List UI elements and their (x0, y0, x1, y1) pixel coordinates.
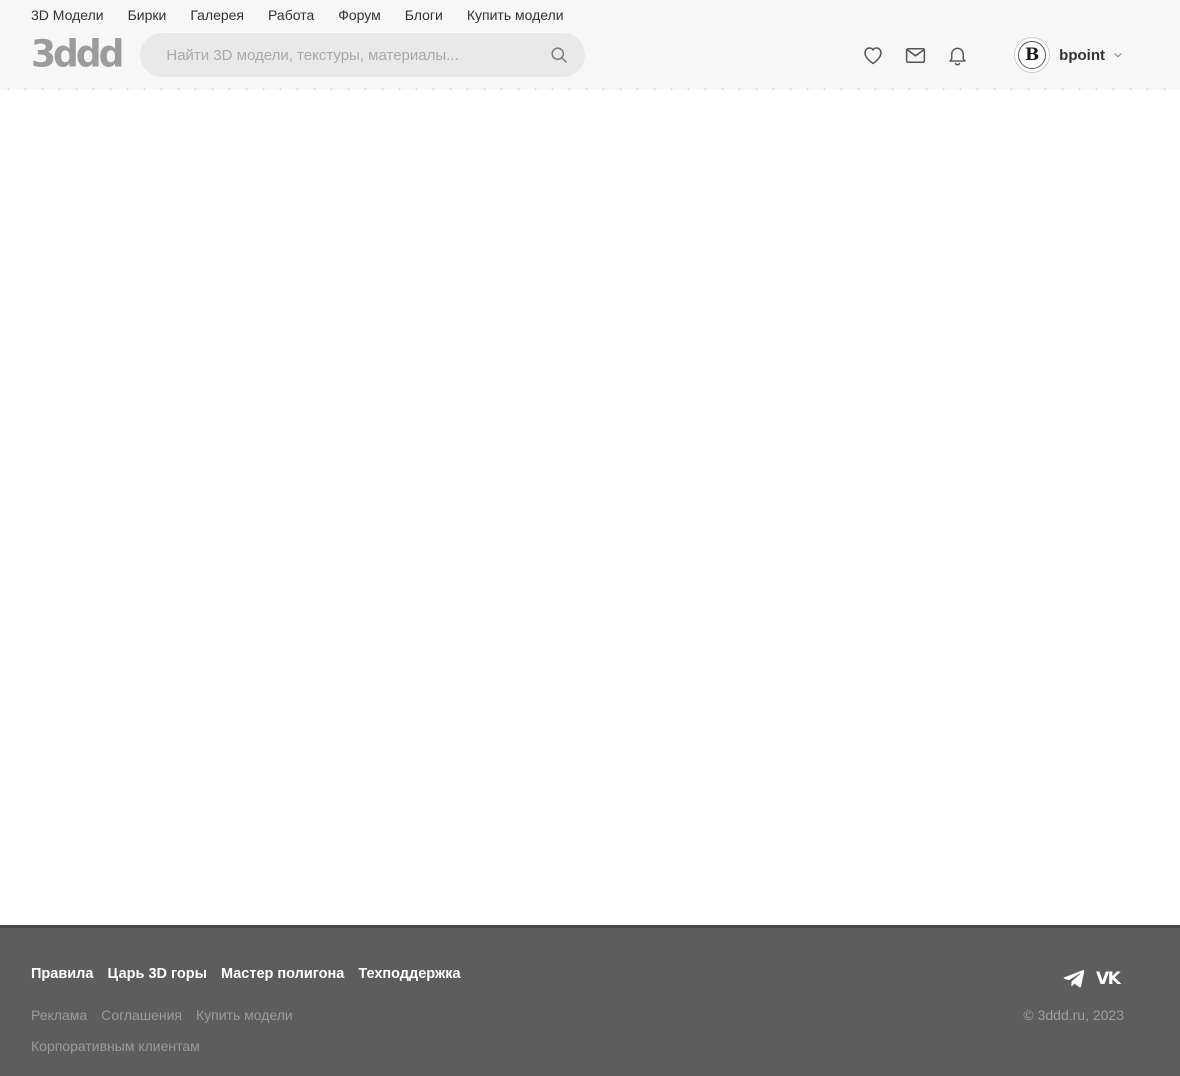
avatar-letter: B (1024, 44, 1040, 65)
copyright-text: © 3ddd.ru, 2023 (1023, 1007, 1124, 1023)
svg-text:VK: VK (1096, 969, 1122, 988)
search-icon (549, 45, 569, 65)
favorites-button[interactable] (860, 42, 886, 68)
telegram-icon (1062, 966, 1086, 990)
messages-button[interactable] (902, 42, 928, 68)
footer-link-buy-models[interactable]: Купить модели (196, 1003, 293, 1027)
mail-icon (903, 43, 928, 68)
footer-secondary-links: Реклама Соглашения Купить модели (31, 1003, 475, 1027)
footer-link-agreements[interactable]: Соглашения (101, 1003, 182, 1027)
heart-icon (861, 43, 885, 67)
notifications-button[interactable] (944, 42, 970, 68)
search-box (140, 33, 586, 77)
nav-item-tags[interactable]: Бирки (128, 7, 167, 23)
footer-link-advertising[interactable]: Реклама (31, 1003, 87, 1027)
footer-link-rules[interactable]: Правила (31, 966, 93, 982)
telegram-button[interactable] (1062, 966, 1086, 990)
site-logo[interactable]: 3ddd (31, 36, 124, 74)
search-input[interactable] (140, 33, 586, 77)
social-links: VK (1052, 966, 1124, 990)
vk-icon: VK (1096, 968, 1124, 988)
nav-item-3d-models[interactable]: 3D Модели (31, 7, 104, 23)
bell-icon (946, 44, 969, 67)
nav-item-blogs[interactable]: Блоги (405, 7, 443, 23)
main-content-empty (0, 90, 1180, 925)
header-main-row: 3ddd Найти 3D модели, текстуры, материал… (31, 24, 1124, 90)
footer-link-support[interactable]: Техподдержка (358, 966, 460, 982)
footer-links: Правила Царь 3D горы Мастер полигона Тех… (31, 966, 475, 1076)
username: bpoint (1059, 46, 1105, 64)
footer-link-polygon-master[interactable]: Мастер полигона (221, 966, 344, 982)
avatar: B (1014, 37, 1051, 73)
top-navigation: 3D Модели Бирки Галерея Работа Форум Бло… (31, 0, 1124, 24)
header-actions: B bpoint (860, 37, 1124, 73)
user-menu[interactable]: B bpoint (1014, 37, 1124, 73)
nav-item-buy-models[interactable]: Купить модели (467, 7, 564, 23)
footer-tertiary-links: Корпоративным клиентам (31, 1034, 475, 1058)
footer-link-king-of-3d[interactable]: Царь 3D горы (107, 966, 207, 982)
site-footer: Правила Царь 3D горы Мастер полигона Тех… (0, 925, 1180, 1076)
nav-item-gallery[interactable]: Галерея (190, 7, 244, 23)
vk-button[interactable]: VK (1096, 968, 1124, 988)
chevron-down-icon (1112, 49, 1124, 61)
footer-meta: VK © 3ddd.ru, 2023 (1023, 966, 1124, 1076)
search-button[interactable] (543, 39, 575, 71)
footer-primary-links: Правила Царь 3D горы Мастер полигона Тех… (31, 966, 475, 982)
site-header: 3D Модели Бирки Галерея Работа Форум Бло… (0, 0, 1180, 90)
footer-link-corporate-clients[interactable]: Корпоративным клиентам (31, 1034, 200, 1058)
nav-item-work[interactable]: Работа (268, 7, 314, 23)
nav-item-forum[interactable]: Форум (338, 7, 381, 23)
